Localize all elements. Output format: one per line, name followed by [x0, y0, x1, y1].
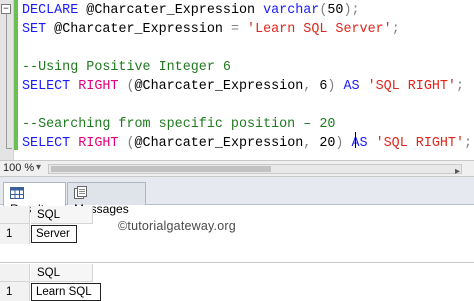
code-line[interactable]: --Searching from specific position – 20 [22, 115, 472, 134]
code-token: --Using Positive Integer 6 [22, 60, 231, 75]
zoom-level[interactable]: 100 % [3, 162, 34, 174]
horizontal-scrollbar[interactable]: ▸ [48, 164, 462, 177]
result-cell[interactable]: Server [31, 225, 77, 243]
scroll-right-icon[interactable]: ▸ [455, 166, 460, 177]
code-token: varchar [263, 3, 320, 18]
outline-line [6, 14, 7, 149]
code-token: ; [391, 22, 400, 37]
code-token: @Charcater_Expression [54, 22, 231, 37]
collapse-icon[interactable]: − [1, 4, 11, 14]
outline-end [6, 148, 12, 149]
results-tabs: Results Messages [0, 177, 474, 216]
code-token: 20 [319, 136, 336, 151]
code-token: 'SQL RIGHT' [367, 79, 456, 94]
code-token: 50 [327, 3, 344, 18]
result-grid-2-header: SQL RIGHT [0, 264, 474, 297]
code-token: 'SQL RIGHT' [375, 136, 465, 151]
code-token: SELECT [22, 79, 79, 94]
row-header-corner[interactable] [0, 206, 30, 224]
code-token: ) [335, 136, 352, 151]
code-token: AS [343, 79, 368, 94]
code-token: RIGHT [78, 136, 127, 151]
code-token: ) [327, 79, 344, 94]
code-token: @Charcater_Expression [134, 136, 304, 151]
column-header[interactable]: SQL RIGHT [31, 264, 93, 297]
result-cell[interactable]: Learn SQL Server [31, 283, 101, 301]
editor-status-strip: 100 % ▾ ▸ [0, 160, 474, 177]
code-token: SET [22, 22, 55, 37]
grid-separator [0, 262, 474, 263]
messages-icon [74, 186, 87, 202]
code-line[interactable]: SELECT RIGHT (@Charcater_Expression, 20)… [22, 134, 472, 153]
column-header[interactable]: SQL RIGHT [31, 206, 93, 239]
code-line[interactable] [22, 39, 472, 58]
result-grid-1-header: SQL RIGHT [0, 206, 474, 239]
text-caret [355, 132, 356, 148]
code-token: ; [455, 79, 465, 94]
table-row: 1 Learn SQL Server [0, 282, 474, 301]
code-token: ); [343, 3, 360, 18]
row-number[interactable]: 1 [0, 282, 30, 301]
grid-icon [10, 187, 24, 202]
row-header-corner[interactable] [0, 264, 30, 282]
code-token: = [230, 22, 248, 37]
code-line[interactable]: DECLARE @Charcater_Expression varchar(50… [22, 1, 472, 20]
editor-margin: − [0, 0, 14, 160]
scrollbar-thumb[interactable] [51, 166, 271, 172]
code-token: , [303, 79, 320, 94]
code-line[interactable]: SET @Charcater_Expression = 'Learn SQL S… [22, 20, 472, 39]
code-line[interactable]: --Using Positive Integer 6 [22, 58, 472, 77]
code-token: SELECT [22, 136, 79, 151]
tab-results[interactable]: Results [3, 182, 66, 216]
code-token: @Charcater_Expression [134, 79, 304, 94]
code-token: RIGHT [78, 79, 127, 94]
code-token: ( [126, 79, 135, 94]
row-number[interactable]: 1 [0, 224, 30, 244]
query-editor[interactable]: − DECLARE @Charcater_Expression varchar (… [0, 0, 474, 160]
code-area[interactable]: DECLARE @Charcater_Expression varchar (50… [22, 1, 472, 153]
watermark-text: ©tutorialgateway.org [118, 219, 236, 233]
code-token: , [303, 136, 320, 151]
code-line[interactable] [22, 96, 472, 115]
code-token: --Searching from specific position – 20 [22, 117, 336, 132]
code-token: @Charcater_Expression [86, 3, 264, 18]
zoom-dropdown-icon[interactable]: ▾ [36, 162, 41, 173]
table-row: 1 Server [0, 224, 474, 244]
code-token: ; [464, 136, 473, 151]
tab-messages[interactable]: Messages [67, 182, 146, 216]
results-pane: Results Messages SQL RIGHT 1 Server ©tut… [0, 177, 474, 301]
code-token: DECLARE [22, 3, 87, 18]
change-tracking-bar [14, 0, 18, 150]
code-token: 'Learn SQL Server' [247, 22, 392, 37]
code-line[interactable]: SELECT RIGHT (@Charcater_Expression, 6) … [22, 77, 472, 96]
code-token: ( [126, 136, 135, 151]
